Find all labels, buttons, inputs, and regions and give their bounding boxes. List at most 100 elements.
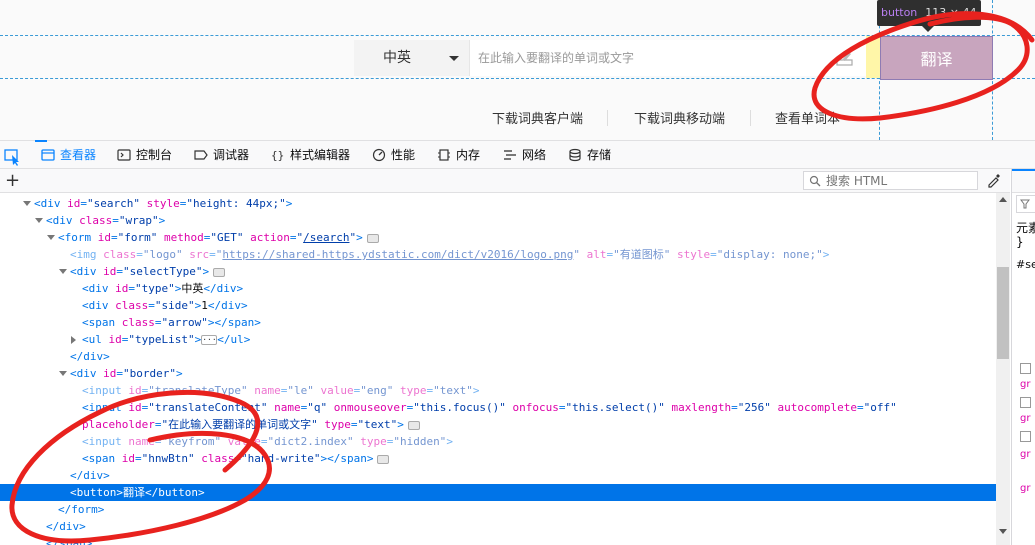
inspector-icon [41,149,55,161]
page-viewport: 中英 翻译 button 113 × 44 下载词典客户端 下载词典移动端 查看单… [0,0,1035,140]
markup-node[interactable]: <div id="border"> [0,365,996,382]
markup-node-content: </div> [70,350,110,363]
markup-node[interactable]: </div> [0,467,996,484]
markup-node-content: <input id="translateType" name="le" valu… [82,384,480,397]
language-select[interactable]: 中英 [354,40,470,76]
collapse-arrow-icon[interactable] [59,269,67,274]
property-checkbox[interactable] [1020,397,1031,408]
collapse-arrow-icon[interactable] [47,235,55,240]
markup-node[interactable]: </div> [0,518,996,535]
markup-node[interactable]: <div id="selectType"> [0,263,996,280]
add-node-icon[interactable]: + [5,171,20,191]
markup-node-content: <span class="arrow"></span> [82,316,261,329]
tab-label: 样式编辑器 [290,148,351,162]
style-editor-icon: {} [271,149,284,162]
markup-node[interactable]: <div id="type">中英</div> [0,280,996,297]
markup-node-content: <div class="side">1</div> [82,299,248,312]
markup-node-content: <span id="hnwBtn" class="hand-write"></s… [82,450,390,467]
link-download-mobile[interactable]: 下载词典移动端 [634,108,725,127]
markup-node-content: <form id="form" method="GET" action="/se… [58,229,379,246]
markup-node-content: <ul id="typeList">···</ul> [82,333,251,346]
expand-arrow-icon[interactable] [71,336,76,344]
tab-label: 控制台 [136,148,173,162]
tab-label: 查看器 [60,148,97,162]
debugger-icon [194,150,208,160]
markup-node-selected[interactable]: <button>翻译</button> [0,484,996,501]
link-separator [607,110,608,126]
property-name: gr [1020,379,1031,390]
inspector-toolbar: + [0,169,1010,193]
markup-node[interactable]: </span> [0,535,996,545]
markup-node-content: </div> [70,469,110,482]
markup-node-content: <input name="keyfrom" value="dict2.index… [82,435,453,448]
devtools-toolbar: 查看器 控制台 调试器 {} 样式编辑器 性能 内存 网络 存储 [0,140,1035,169]
markup-node-content: <div id="type">中英</div> [82,282,244,295]
property-checkbox[interactable] [1020,363,1031,374]
search-icon [809,175,821,187]
markup-node[interactable]: <span id="hnwBtn" class="hand-write"></s… [0,450,996,467]
tab-label: 存储 [587,148,612,162]
markup-node[interactable]: </form> [0,501,996,518]
scrollbar-thumb[interactable] [997,267,1009,359]
tooltip-arrow [922,26,934,32]
tooltip-tag: button [881,6,918,19]
search-html-input[interactable] [803,171,978,190]
collapse-arrow-icon[interactable] [35,218,43,223]
translate-button[interactable]: 翻译 [880,36,993,80]
markup-node[interactable]: <div class="side">1</div> [0,297,996,314]
tab-label: 性能 [391,148,416,162]
filter-styles-input[interactable] [1016,195,1035,213]
tab-label: 调试器 [213,148,250,162]
markup-node[interactable]: </div> [0,348,996,365]
markup-node-content: </form> [58,503,105,516]
network-icon [504,150,516,160]
markup-node[interactable]: <span class="arrow"></span> [0,314,996,331]
rules-panel: 元素 } #se gr gr gr gr [1011,169,1035,545]
property-checkbox[interactable] [1020,431,1031,442]
input-highlight-strip [866,36,880,78]
performance-icon [372,148,386,162]
memory-icon [438,149,450,161]
element-picker-icon[interactable] [0,141,26,169]
markup-view[interactable]: <div id="search" style="height: 44px;"> <… [0,193,996,545]
markup-node-content: <input id="translateContent" name="q" on… [82,401,897,414]
markup-node-content: <button>翻译</button> [70,486,205,499]
link-wordbook[interactable]: 查看单词本 [775,108,840,127]
markup-node[interactable]: <input name="keyfrom" value="dict2.index… [0,433,996,450]
language-select-label: 中英 [383,50,411,66]
markup-node[interactable]: <img class="logo" src="https://shared-ht… [0,246,996,263]
markup-node[interactable]: <input id="translateType" name="le" valu… [0,382,996,399]
rule-selector: #se [1016,258,1035,271]
tab-label: 内存 [456,148,481,162]
markup-node[interactable]: <ul id="typeList">···</ul> [0,331,996,348]
rules-panel-tabs[interactable] [1012,169,1035,193]
svg-text:{}: {} [271,149,284,162]
markup-node-content: <div id="search" style="height: 44px;"> [34,197,293,210]
markup-node[interactable]: <div class="wrap"> [0,212,996,229]
property-name: gr [1020,483,1031,494]
markup-node-content: <div id="selectType"> [70,263,226,280]
scroll-down-arrow-icon[interactable] [999,529,1007,534]
property-name: gr [1020,413,1031,424]
collapse-arrow-icon[interactable] [59,371,67,376]
search-input[interactable] [472,40,832,76]
markup-node[interactable]: <input id="translateContent" name="q" on… [0,399,996,416]
markup-node[interactable]: placeholder="在此输入要翻译的单词或文字" type="text"> [0,416,996,433]
markup-node-content: placeholder="在此输入要翻译的单词或文字" type="text"> [82,416,420,433]
markup-node-content: </span> [46,537,93,545]
scroll-up-arrow-icon[interactable] [999,197,1007,202]
tab-label: 网络 [522,148,547,162]
markup-node[interactable]: <div id="search" style="height: 44px;"> [0,195,996,212]
markup-node-content: <img class="logo" src="https://shared-ht… [70,248,830,261]
link-download-client[interactable]: 下载词典客户端 [492,108,583,127]
collapse-arrow-icon[interactable] [23,201,31,206]
handwriting-icon[interactable] [834,48,856,68]
link-separator [750,110,751,126]
markup-node[interactable]: <form id="form" method="GET" action="/se… [0,229,996,246]
markup-node-content: </div> [46,520,86,533]
storage-icon [569,148,581,162]
eyedropper-icon[interactable] [986,172,1002,188]
markup-node-content: <div id="border"> [70,367,183,380]
markup-scrollbar[interactable] [996,193,1010,545]
chevron-down-icon[interactable] [440,40,470,76]
